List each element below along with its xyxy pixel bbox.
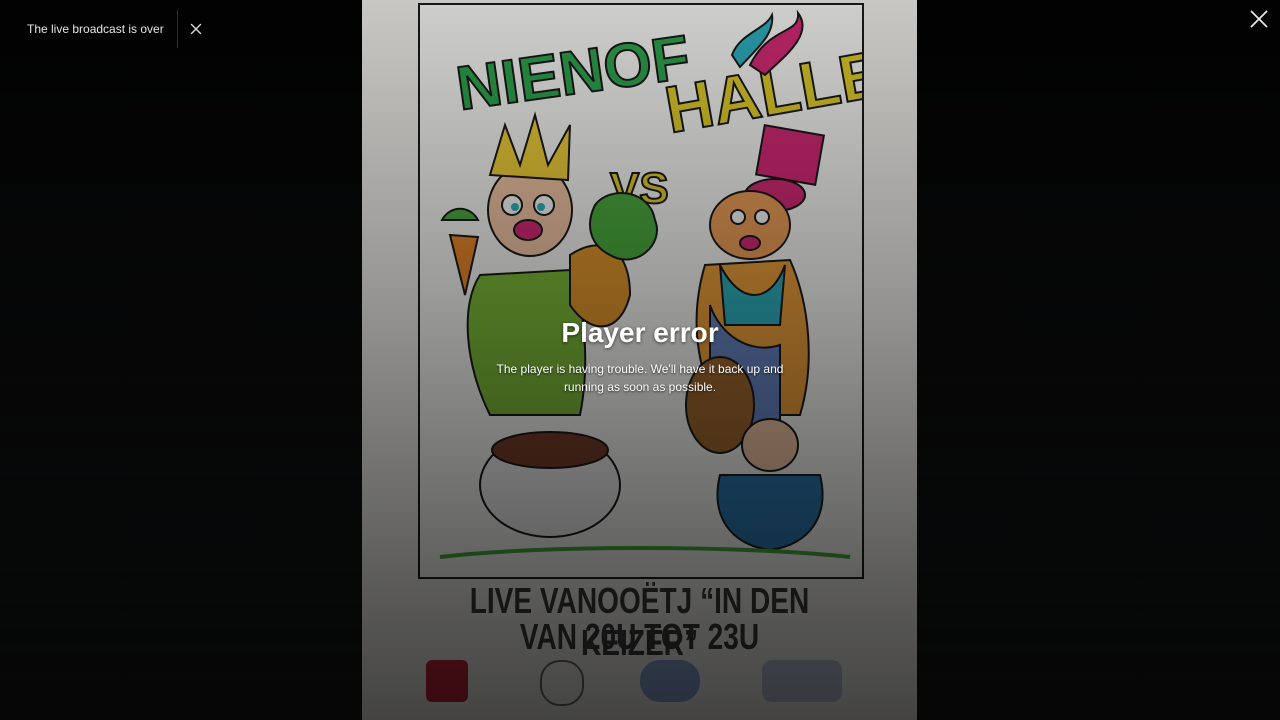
player-error-title: Player error	[561, 317, 719, 348]
sponsor-logo	[540, 660, 584, 706]
poster-caption-line-2: VAN 20U TOT 23U	[519, 616, 760, 657]
close-icon	[190, 23, 201, 35]
toast-message: The live broadcast is over	[27, 22, 164, 36]
player-close-button[interactable]	[1246, 6, 1272, 32]
video-player: NIENOF HALLE VS LIVE VANOOËTJ “IN DEN KE…	[0, 0, 1280, 720]
poster-illustration-frame: NIENOF HALLE VS	[418, 3, 864, 579]
broadcast-ended-toast: The live broadcast is over	[14, 10, 214, 48]
sponsor-logos	[422, 660, 862, 706]
sponsor-logo	[640, 660, 700, 702]
poster-illustration: NIENOF HALLE VS	[439, 9, 862, 559]
sponsor-logo	[762, 660, 842, 702]
player-error-message: The player is having trouble. We'll have…	[496, 362, 784, 394]
player-letterbox-left	[0, 0, 362, 720]
close-icon	[1250, 10, 1268, 28]
poster-title-left: NIENOF	[452, 23, 694, 124]
player-error-panel: Player error The player is having troubl…	[440, 316, 840, 396]
player-letterbox-right	[917, 0, 1280, 720]
toast-close-button[interactable]	[178, 10, 214, 48]
sponsor-logo	[426, 660, 468, 702]
